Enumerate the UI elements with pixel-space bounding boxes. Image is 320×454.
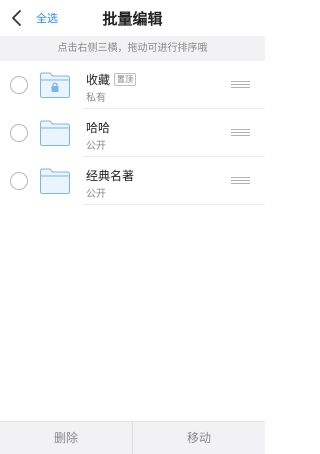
folder-name: 收藏 — [86, 72, 111, 87]
bottom-action-bar: 删除 移动 — [0, 421, 265, 454]
list-item: 哈哈 公开 — [0, 109, 265, 157]
list-item: 收藏 置顶 私有 — [0, 61, 265, 109]
drag-handle-icon[interactable] — [231, 177, 250, 185]
drag-handle-icon[interactable] — [231, 129, 250, 137]
folder-lock-icon — [40, 72, 70, 98]
move-button[interactable]: 移动 — [133, 422, 265, 454]
divider — [82, 204, 265, 205]
folder-icon — [40, 168, 70, 194]
folder-name: 哈哈 — [86, 120, 111, 135]
folder-visibility: 公开 — [86, 141, 106, 152]
header-bar: 全选 批量编辑 — [0, 0, 265, 36]
folder-list: 收藏 置顶 私有 哈哈 公开 经典名著 公开 — [0, 61, 265, 205]
folder-visibility: 私有 — [86, 93, 106, 104]
folder-icon — [40, 120, 70, 146]
drag-handle-icon[interactable] — [231, 81, 250, 89]
folder-name: 经典名著 — [86, 168, 135, 183]
select-radio[interactable] — [10, 124, 28, 142]
list-item: 经典名著 公开 — [0, 157, 265, 205]
select-radio[interactable] — [10, 172, 28, 190]
pinned-badge: 置顶 — [114, 72, 137, 86]
delete-button[interactable]: 删除 — [0, 422, 132, 454]
select-radio[interactable] — [10, 76, 28, 94]
sort-hint: 点击右侧三横，拖动可进行排序哦 — [0, 36, 265, 61]
page-title: 批量编辑 — [102, 10, 163, 28]
folder-visibility: 公开 — [86, 189, 106, 200]
